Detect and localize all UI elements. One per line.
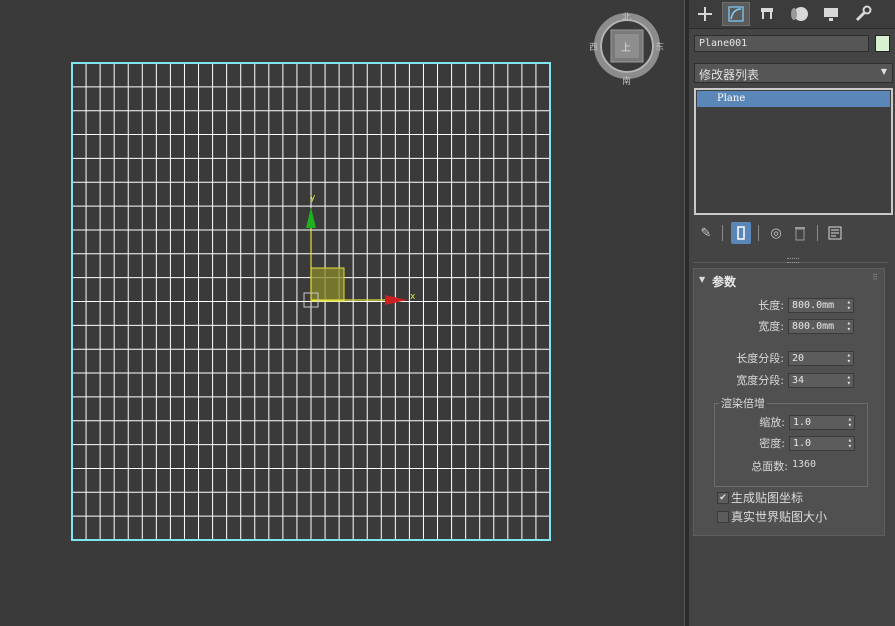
tab-hierarchy[interactable] xyxy=(753,2,781,26)
rollout-grip-icon[interactable]: ⠿ xyxy=(872,273,878,282)
render-multipliers-group: 渲染倍增 缩放: 1.0 ▴ ▾ 密度: 1.0 ▴ ▾ 总面数: 1360 xyxy=(714,395,868,487)
tab-create[interactable] xyxy=(691,2,719,26)
scale-label: 缩放: xyxy=(759,416,785,429)
rollout-title[interactable]: 参数 xyxy=(712,273,736,290)
render-multipliers-title: 渲染倍增 xyxy=(719,395,767,411)
modifier-stack[interactable]: Plane xyxy=(694,88,893,215)
modify-icon xyxy=(728,6,744,22)
chevron-down-icon: ▼ xyxy=(880,67,887,76)
total-faces-value: 1360 xyxy=(792,459,817,470)
width-segs-label: 宽度分段: xyxy=(736,374,784,387)
plane-wireframe[interactable] xyxy=(0,0,684,626)
make-unique-icon[interactable]: ◎ xyxy=(766,222,786,244)
object-color-swatch[interactable] xyxy=(875,35,890,52)
length-segs-label: 长度分段: xyxy=(736,352,784,365)
remove-modifier-icon[interactable] xyxy=(790,222,810,244)
tab-display[interactable] xyxy=(817,2,845,26)
total-faces-label: 总面数: xyxy=(751,460,788,473)
density-label: 密度: xyxy=(759,437,785,450)
tab-motion[interactable] xyxy=(785,2,813,26)
hierarchy-icon xyxy=(761,8,773,19)
length-spinner[interactable]: 800.0mm ▴ ▾ xyxy=(788,298,854,313)
length-label: 长度: xyxy=(758,299,784,312)
stack-tools: ✎ ◎ xyxy=(689,220,895,246)
viewcube-top-face[interactable]: 上 xyxy=(621,39,631,54)
configure-sets-icon[interactable] xyxy=(825,222,845,244)
viewcube-east-label[interactable]: 东 xyxy=(655,40,664,53)
modifier-list-label: 修改器列表 xyxy=(699,68,760,82)
scale-spinner[interactable]: 1.0 ▴ ▾ xyxy=(789,415,855,430)
utilities-icon xyxy=(855,5,872,22)
density-spinner[interactable]: 1.0 ▴ ▾ xyxy=(789,436,855,451)
width-spinner[interactable]: 800.0mm ▴ ▾ xyxy=(788,319,854,334)
drag-handle[interactable] xyxy=(787,258,799,263)
generate-uv-checkbox[interactable]: ✔ xyxy=(717,492,729,504)
create-icon xyxy=(698,7,712,21)
parameters-rollout: ▼ 参数 ⠿ 长度: 800.0mm ▴ ▾ 宽度: 800.0mm ▴ ▾ 长度分段:… xyxy=(693,268,885,536)
real-world-map-label[interactable]: 真实世界贴图大小 xyxy=(731,508,827,525)
length-segs-spinner[interactable]: 20 ▴ ▾ xyxy=(788,351,854,366)
tab-modify[interactable] xyxy=(722,2,750,26)
pin-stack-icon[interactable]: ✎ xyxy=(696,222,716,244)
modifier-list-dropdown[interactable]: 修改器列表 ▼ xyxy=(694,63,893,83)
gizmo-y-label: y xyxy=(310,193,316,203)
gizmo-x-label: x xyxy=(410,292,416,302)
show-end-result-icon[interactable] xyxy=(731,222,751,244)
collapse-arrow-icon[interactable]: ▼ xyxy=(699,275,705,284)
width-label: 宽度: xyxy=(758,320,784,333)
tab-utilities[interactable] xyxy=(849,2,877,26)
viewcube-west-label[interactable]: 西 xyxy=(589,40,598,53)
generate-uv-label[interactable]: 生成贴图坐标 xyxy=(731,489,803,506)
real-world-map-checkbox[interactable] xyxy=(717,511,729,523)
display-icon xyxy=(824,8,838,21)
object-name-field[interactable]: Plane001 xyxy=(694,35,869,52)
viewcube-south-label[interactable]: 南 xyxy=(622,74,631,87)
width-segs-spinner[interactable]: 34 ▴ ▾ xyxy=(788,373,854,388)
motion-icon xyxy=(791,7,808,21)
command-panel-tabs xyxy=(689,0,895,29)
perspective-viewport[interactable]: 北 南 西 东 上 y x xyxy=(0,0,684,626)
stack-item-plane[interactable]: Plane xyxy=(697,91,890,107)
command-panel: Plane001 修改器列表 ▼ Plane ✎ ◎ ▼ 参数 ⠿ 长度: 80… xyxy=(689,0,895,626)
viewcube-north-label[interactable]: 北 xyxy=(622,10,631,23)
